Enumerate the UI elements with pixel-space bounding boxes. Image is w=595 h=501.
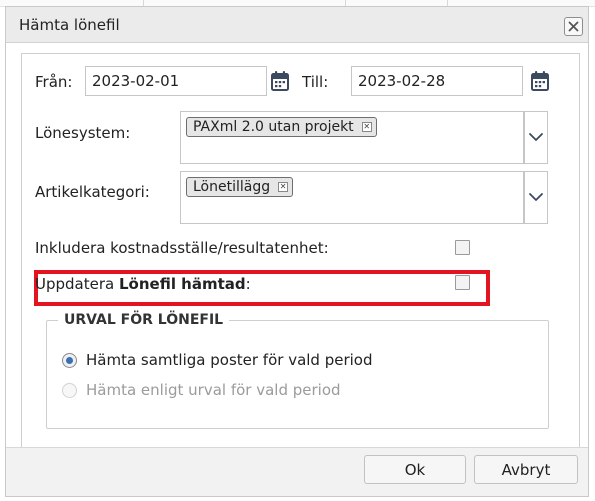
remove-tag-icon[interactable]: ✕ (278, 182, 289, 192)
update-suffix: : (245, 275, 251, 293)
include-cost-center-label: Inkludera kostnadsställe/resultatenhet: (35, 239, 329, 257)
update-prefix: Uppdatera (35, 275, 119, 293)
close-icon (568, 21, 579, 32)
article-category-multiselect[interactable]: Lönetillägg ✕ (180, 171, 524, 224)
cancel-button[interactable]: Avbryt (474, 455, 578, 484)
calendar-icon[interactable] (530, 70, 550, 92)
selection-group (46, 320, 549, 429)
update-payroll-label: Uppdatera Lönefil hämtad: (35, 275, 251, 293)
to-label: Till: (302, 73, 329, 91)
chevron-down-icon (529, 193, 543, 201)
selection-legend: URVAL FÖR LÖNEFIL (58, 312, 230, 328)
radio-all-records-label: Hämta samtliga poster för vald period (86, 351, 373, 369)
include-cost-center-checkbox[interactable] (455, 240, 470, 255)
update-payroll-checkbox[interactable] (455, 275, 470, 290)
chevron-down-icon (529, 133, 543, 141)
payroll-system-tag: PAXml 2.0 utan projekt ✕ (186, 117, 377, 137)
dialog-titlebar: Hämta lönefil (6, 7, 588, 43)
update-bold-text: Lönefil hämtad (118, 275, 246, 293)
remove-tag-icon[interactable]: ✕ (361, 122, 372, 132)
radio-all-records[interactable] (62, 353, 77, 368)
article-category-tag: Lönetillägg ✕ (186, 177, 294, 197)
payroll-system-dropdown-toggle[interactable] (524, 111, 548, 164)
payroll-system-multiselect[interactable]: PAXml 2.0 utan projekt ✕ (180, 111, 524, 164)
from-date-input[interactable] (85, 66, 267, 96)
close-button[interactable] (564, 17, 583, 36)
fetch-payroll-file-dialog: Hämta lönefil Från: Till: Lönesystem: (5, 6, 589, 497)
article-category-tag-label: Lönetillägg (193, 179, 271, 195)
radio-filtered-records[interactable] (62, 383, 77, 398)
from-label: Från: (35, 73, 73, 91)
dialog-title: Hämta lönefil (19, 16, 120, 34)
ok-button[interactable]: Ok (364, 455, 466, 484)
payroll-system-tag-label: PAXml 2.0 utan projekt (193, 119, 354, 135)
article-category-dropdown-toggle[interactable] (524, 171, 548, 224)
article-category-label: Artikelkategori: (35, 183, 150, 201)
calendar-icon[interactable] (270, 70, 290, 92)
to-date-input[interactable] (351, 66, 523, 96)
radio-filtered-records-label: Hämta enligt urval för vald period (86, 381, 341, 399)
payroll-system-label: Lönesystem: (35, 124, 131, 142)
dialog-footer: Ok Avbryt (6, 448, 588, 496)
